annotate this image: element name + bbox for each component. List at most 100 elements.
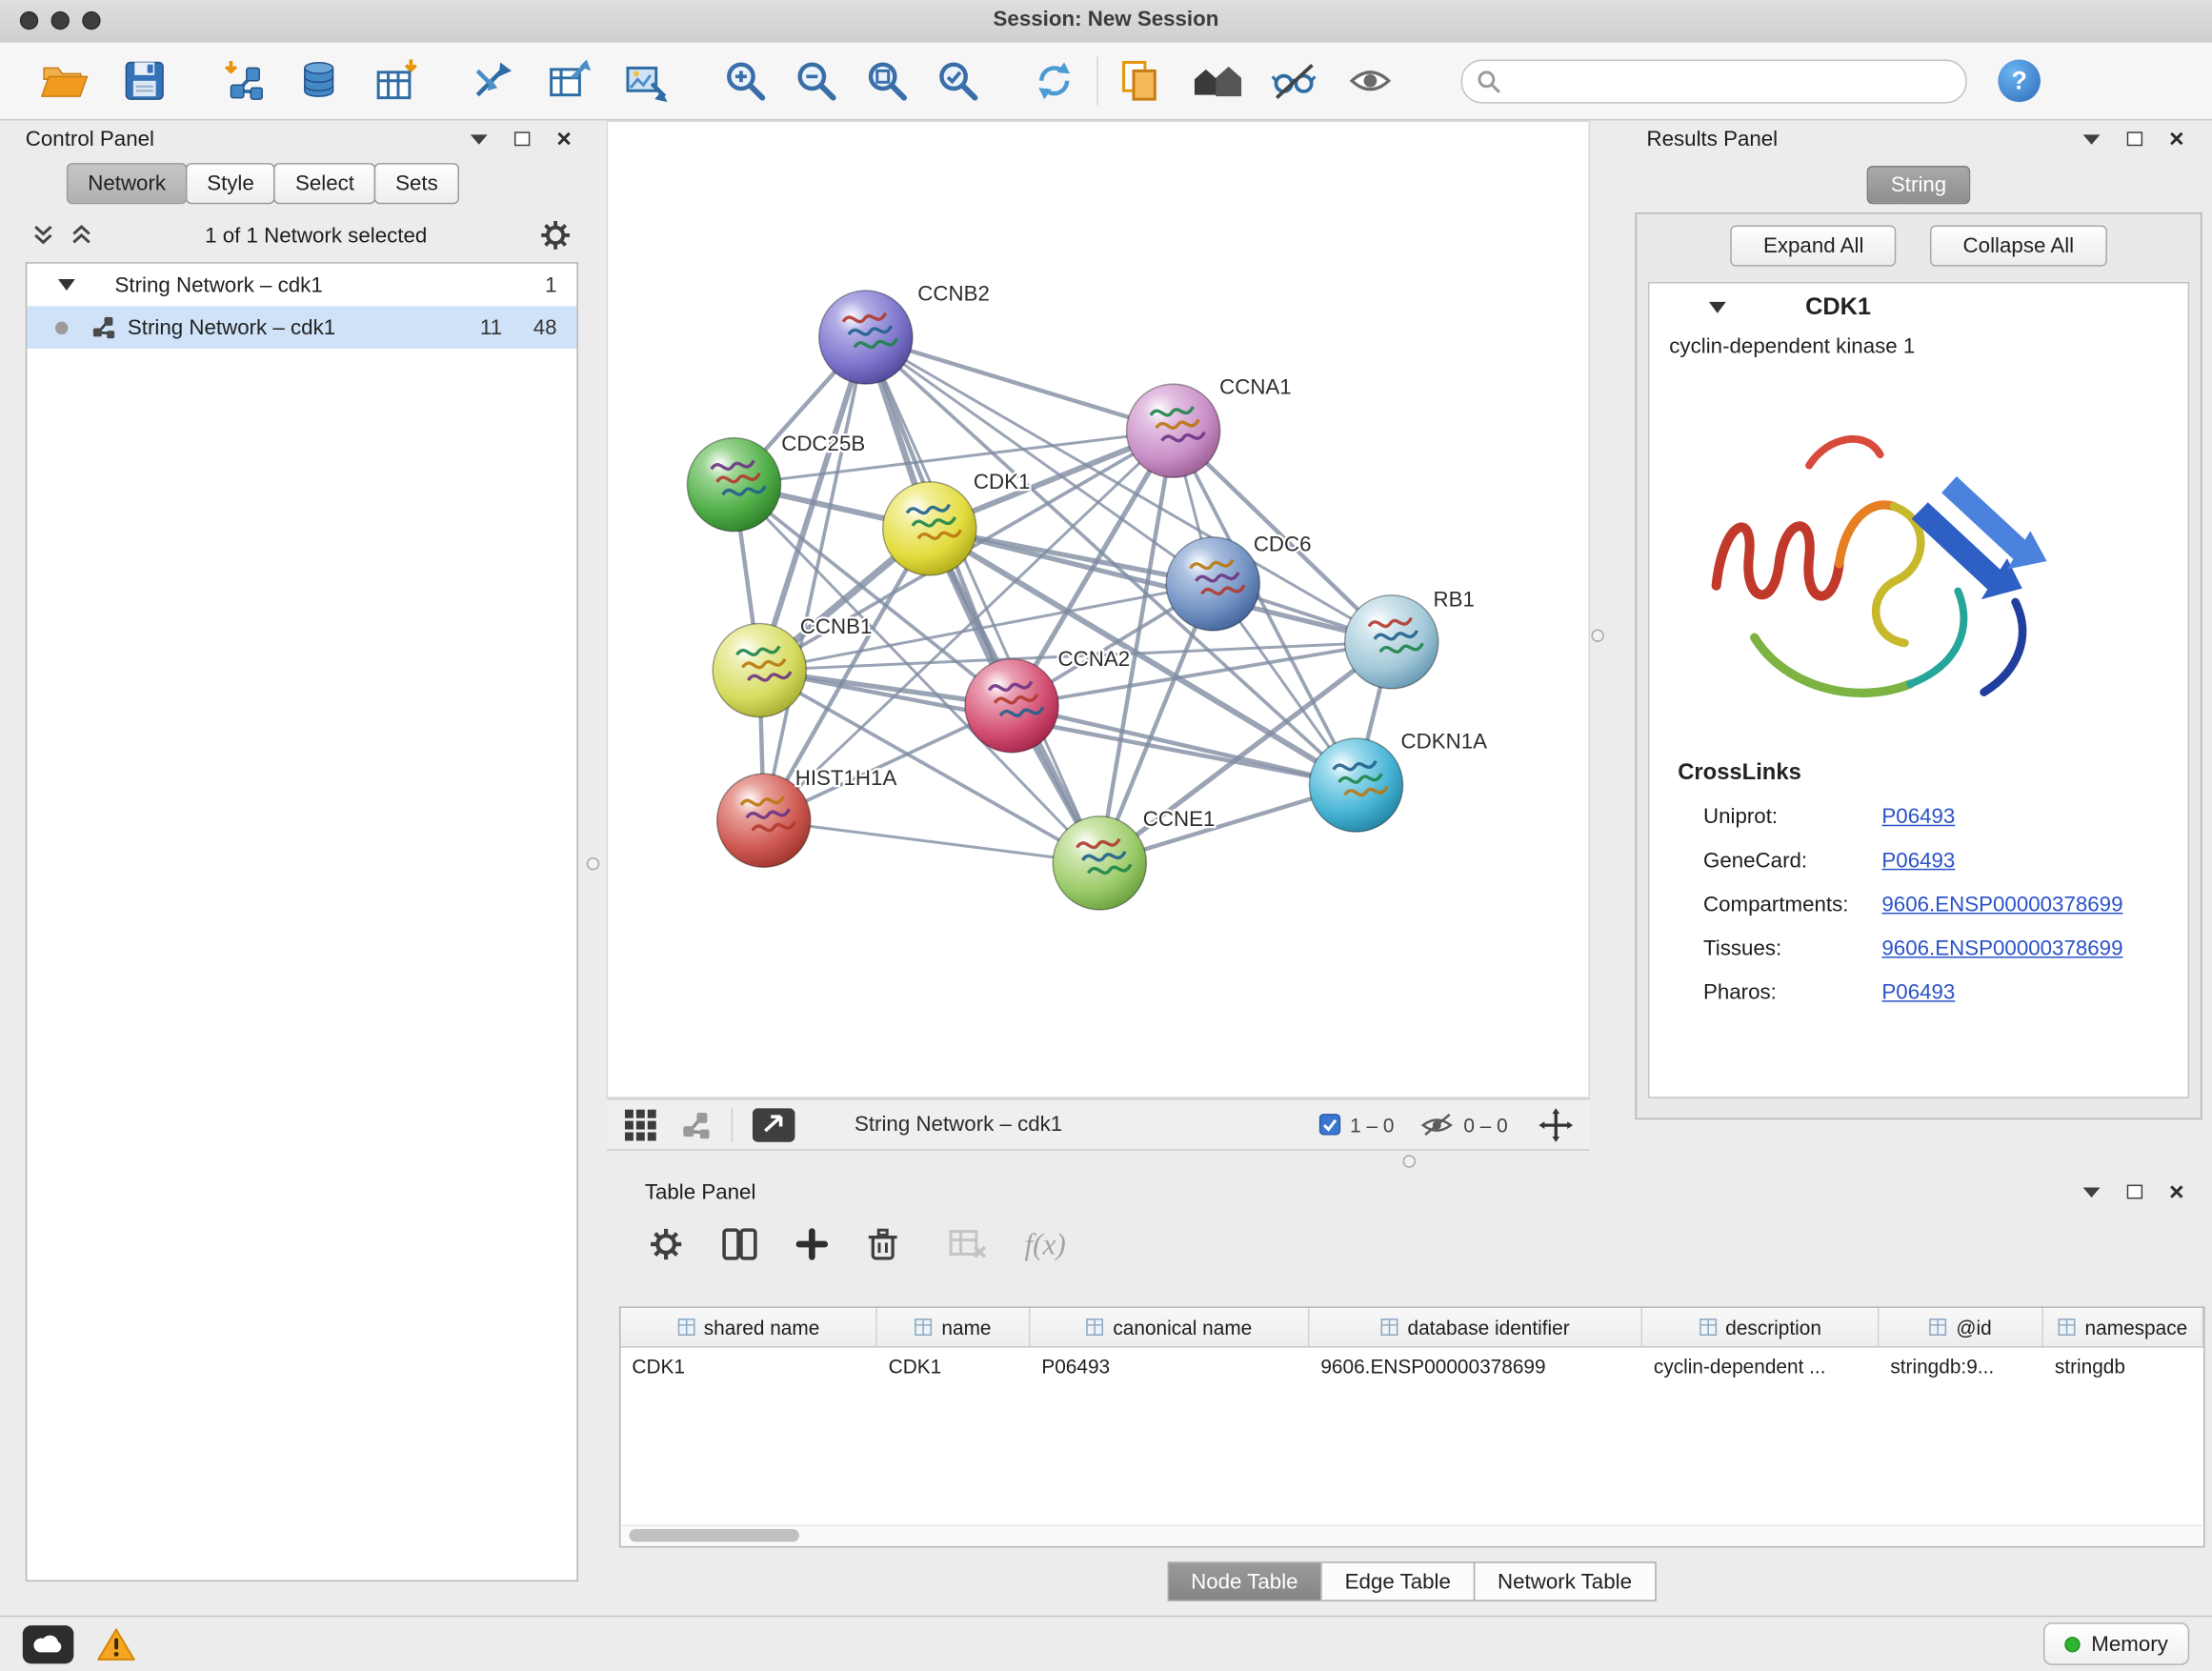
crosslink-link[interactable]: P06493 <box>1881 849 1955 873</box>
network-canvas[interactable]: CCNB2CCNA1CDC25BCDK1CDC6RB1CCNB1CCNA2CDK… <box>607 120 1590 1097</box>
column-header-shared-name[interactable]: shared name <box>621 1308 877 1346</box>
left-splitter-handle[interactable] <box>587 857 599 870</box>
add-column-icon[interactable] <box>794 1227 829 1261</box>
bottom-splitter-handle[interactable] <box>1403 1155 1416 1167</box>
column-header--id[interactable]: @id <box>1879 1308 2043 1346</box>
open-in-window-button[interactable] <box>753 1107 795 1141</box>
show-columns-icon[interactable] <box>721 1227 758 1261</box>
memory-button[interactable]: Memory <box>2043 1622 2189 1665</box>
tab-node-table[interactable]: Node Table <box>1167 1561 1322 1601</box>
zoom-in-button[interactable] <box>717 51 774 111</box>
crosslink-link[interactable]: 9606.ENSP00000378699 <box>1881 936 2122 960</box>
horizontal-scrollbar[interactable] <box>622 1525 2202 1545</box>
network-overview-icon[interactable] <box>680 1109 712 1140</box>
collapse-gene-icon[interactable] <box>1709 302 1726 313</box>
network-graph[interactable]: CCNB2CCNA1CDC25BCDK1CDC6RB1CCNB1CCNA2CDK… <box>608 122 1588 1097</box>
hide-items-button[interactable] <box>1265 51 1322 111</box>
birds-eye-view-icon[interactable] <box>624 1107 658 1141</box>
export-image-button[interactable] <box>618 51 675 111</box>
table-settings-gear-icon[interactable] <box>648 1226 685 1263</box>
column-header-name[interactable]: name <box>877 1308 1031 1346</box>
close-panel-icon[interactable]: × <box>2162 126 2191 151</box>
zoom-out-button[interactable] <box>788 51 845 111</box>
column-header-description[interactable]: description <box>1642 1308 1879 1346</box>
table-tabs: Node Table Edge Table Network Table <box>1168 1561 1656 1601</box>
zoom-fit-button[interactable] <box>858 51 915 111</box>
hidden-eye-icon[interactable] <box>1419 1112 1454 1137</box>
float-menu-icon[interactable] <box>2078 1179 2106 1205</box>
warnings-button[interactable] <box>96 1626 136 1661</box>
right-splitter-handle[interactable] <box>1591 629 1603 641</box>
network-row[interactable]: String Network – cdk1 11 48 <box>27 306 576 349</box>
export-table-button[interactable] <box>541 51 598 111</box>
merge-networks-button[interactable] <box>465 51 521 111</box>
selected-checkbox[interactable] <box>1318 1114 1339 1135</box>
node-label-CDC25B: CDC25B <box>781 432 865 455</box>
search-input[interactable] <box>1500 68 1951 93</box>
network-collection-row[interactable]: String Network – cdk1 1 <box>27 264 576 307</box>
collapse-all-icon[interactable] <box>31 223 55 249</box>
tab-edge-table[interactable]: Edge Table <box>1320 1561 1475 1601</box>
tab-sets[interactable]: Sets <box>374 163 459 204</box>
import-network-file-button[interactable] <box>215 51 271 111</box>
float-window-icon[interactable] <box>2120 126 2148 151</box>
pan-crosshair-icon[interactable] <box>1538 1107 1573 1141</box>
node-label-CDK1: CDK1 <box>974 470 1030 493</box>
cloud-button[interactable] <box>23 1624 74 1662</box>
float-window-icon[interactable] <box>2120 1179 2148 1205</box>
open-session-button[interactable] <box>37 51 93 111</box>
table-row[interactable]: CDK1CDK1P064939606.ENSP00000378699cyclin… <box>621 1348 2204 1383</box>
tab-select[interactable]: Select <box>274 163 376 204</box>
gene-card-header[interactable]: CDK1 <box>1649 284 2187 332</box>
tab-style[interactable]: Style <box>186 163 275 204</box>
home-button[interactable] <box>1189 51 1246 111</box>
import-network-database-button[interactable] <box>292 51 349 111</box>
expand-all-button[interactable]: Expand All <box>1731 225 1897 266</box>
node-CDC25B[interactable] <box>687 438 780 532</box>
float-window-icon[interactable] <box>508 126 536 151</box>
export-table-icon <box>547 58 593 104</box>
node-CCNB2[interactable] <box>819 291 913 384</box>
edge-CCNA2-CDKN1A[interactable] <box>1012 706 1356 785</box>
tab-network-table[interactable]: Network Table <box>1474 1561 1657 1601</box>
crosslink-link[interactable]: P06493 <box>1881 980 1955 1004</box>
gear-icon[interactable] <box>538 218 573 252</box>
edge-HIST1H1A-CCNE1[interactable] <box>764 820 1100 863</box>
show-items-button[interactable] <box>1342 51 1399 111</box>
node-CCNE1[interactable] <box>1053 816 1146 910</box>
float-menu-icon[interactable] <box>2078 126 2106 151</box>
column-header-database-identifier[interactable]: database identifier <box>1309 1308 1642 1346</box>
close-panel-icon[interactable]: × <box>2162 1179 2191 1205</box>
close-panel-icon[interactable]: × <box>550 126 578 151</box>
node-CDC6[interactable] <box>1166 537 1259 631</box>
scrollbar-thumb[interactable] <box>629 1529 799 1541</box>
disclosure-triangle-icon[interactable] <box>58 279 75 291</box>
node-CCNA2[interactable] <box>965 659 1058 753</box>
apply-layout-button[interactable] <box>1026 51 1083 111</box>
float-menu-icon[interactable] <box>465 126 493 151</box>
tab-network[interactable]: Network <box>67 163 187 204</box>
results-body: Expand All Collapse All CDK1 cyclin-depe… <box>1636 212 2202 1119</box>
crosslink-link[interactable]: P06493 <box>1881 805 1955 829</box>
node-CCNB1[interactable] <box>713 624 806 717</box>
collapse-all-button[interactable]: Collapse All <box>1930 225 2106 266</box>
save-session-button[interactable] <box>116 51 172 111</box>
edge-CCNB2-CCNE1[interactable] <box>866 337 1099 863</box>
copy-button[interactable] <box>1113 51 1170 111</box>
help-button[interactable]: ? <box>1998 59 2041 102</box>
search-box[interactable] <box>1461 59 1967 103</box>
column-header-canonical-name[interactable]: canonical name <box>1030 1308 1309 1346</box>
import-table-file-button[interactable] <box>369 51 426 111</box>
expand-all-icon[interactable] <box>70 223 93 249</box>
delete-column-trash-icon[interactable] <box>866 1226 900 1263</box>
zoom-selected-button[interactable] <box>930 51 986 111</box>
crosslink-link[interactable]: 9606.ENSP00000378699 <box>1881 893 2122 916</box>
node-RB1[interactable] <box>1345 595 1438 689</box>
tab-string[interactable]: String <box>1867 166 1971 204</box>
node-CDK1[interactable] <box>883 482 976 575</box>
node-CCNA1[interactable] <box>1127 384 1220 477</box>
application-window: Session: New Session <box>0 0 2212 1671</box>
edge-CCNB2-CCNA1[interactable] <box>866 337 1174 431</box>
column-header-namespace[interactable]: namespace <box>2043 1308 2203 1346</box>
node-CDKN1A[interactable] <box>1309 738 1402 832</box>
